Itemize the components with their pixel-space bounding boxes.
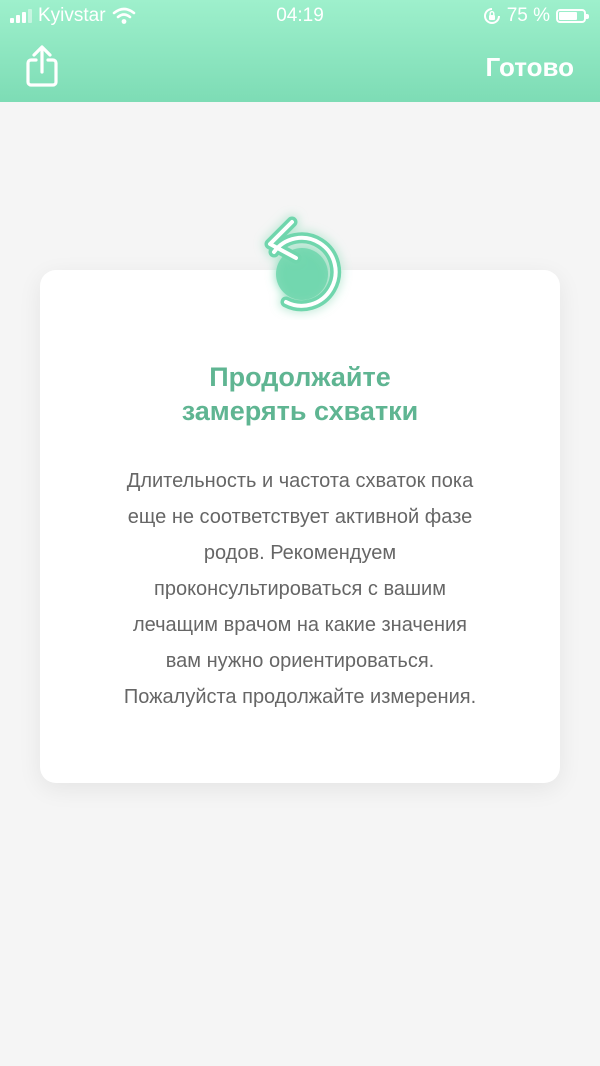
- share-button[interactable]: [22, 44, 62, 88]
- battery-fill: [559, 12, 577, 20]
- header: Kyivstar 04:19 75 % Готово: [0, 0, 600, 102]
- battery-percent: 75 %: [506, 5, 550, 26]
- status-bar: Kyivstar 04:19 75 %: [0, 0, 600, 32]
- card-description: Длительность и частота схваток пока еще …: [123, 470, 477, 708]
- orientation-lock-icon: [483, 8, 500, 24]
- share-icon: [26, 45, 58, 87]
- status-right: 75 %: [483, 5, 589, 27]
- card-title: Продолжайте замерять схватки: [181, 362, 419, 426]
- done-button[interactable]: Готово: [486, 52, 574, 83]
- battery-icon: [556, 9, 589, 23]
- undo-arrow-icon: [264, 216, 342, 312]
